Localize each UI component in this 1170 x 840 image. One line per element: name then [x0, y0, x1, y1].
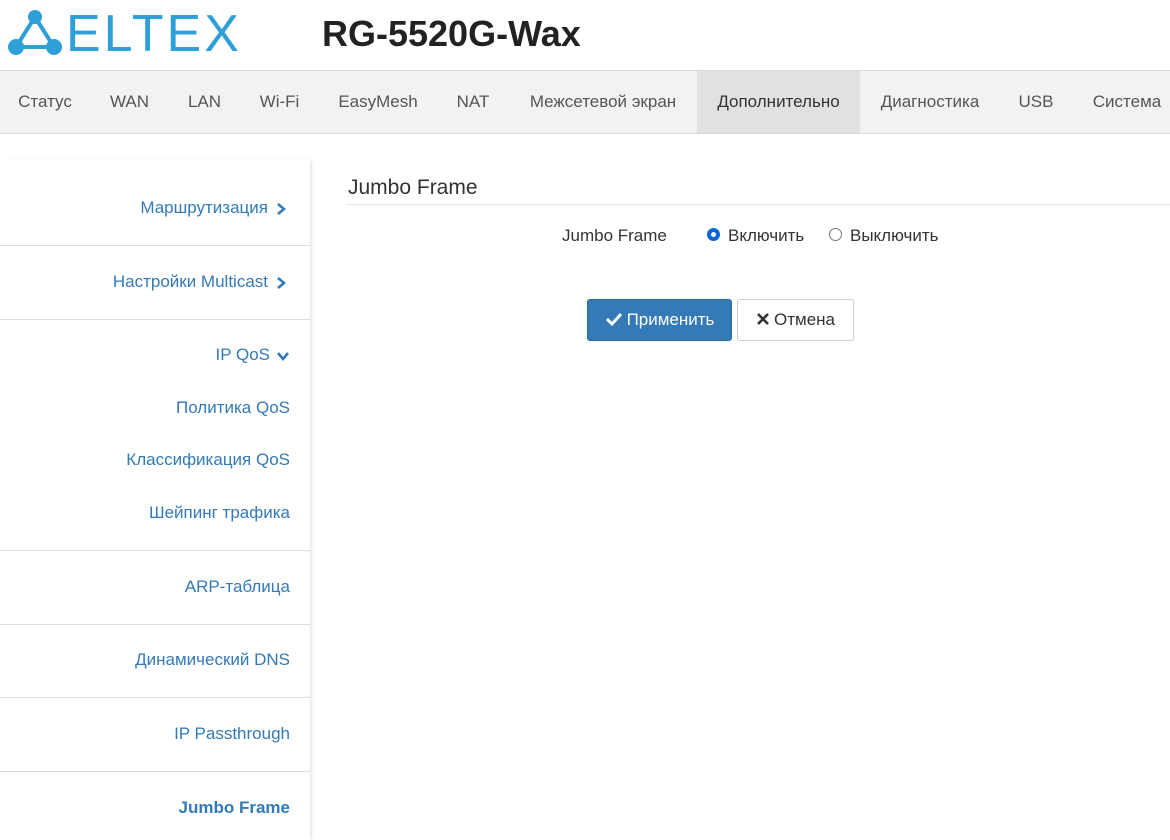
- sidebar-divider: [0, 319, 310, 320]
- sidebar-divider: [0, 245, 310, 246]
- sidebar-item-routing[interactable]: Маршрутизация: [140, 193, 288, 223]
- eltex-logo[interactable]: ELTEX: [6, 8, 246, 60]
- sidebar-item-ip-qos[interactable]: IP QoS: [216, 340, 291, 370]
- nav-tab-system[interactable]: Система: [1072, 71, 1170, 133]
- chevron-down-icon: [277, 351, 289, 361]
- chevron-right-icon: [277, 276, 287, 289]
- radio-enable[interactable]: Включить: [707, 224, 804, 248]
- sidebar-item-arp-table[interactable]: ARP-таблица: [185, 572, 290, 602]
- radio-checked-icon[interactable]: [707, 228, 720, 242]
- sidebar-divider: [0, 697, 310, 698]
- sidebar-item-label: Настройки Multicast: [112, 272, 268, 291]
- radio-unchecked-icon[interactable]: [829, 228, 842, 242]
- sidebar-divider: [0, 550, 310, 551]
- header: ELTEX RG-5520G-Wax: [0, 0, 1170, 70]
- cancel-button-label: Отмена: [774, 310, 835, 329]
- sidebar-item-ip-passthrough[interactable]: IP Passthrough: [174, 719, 290, 749]
- sidebar-divider: [0, 624, 310, 625]
- sidebar: Маршрутизация Настройки Multicast IP QoS…: [0, 160, 310, 840]
- close-icon: [757, 312, 769, 325]
- chevron-right-icon: [277, 202, 287, 215]
- nav-tab-lan[interactable]: LAN: [169, 71, 240, 133]
- apply-button-label: Применить: [626, 310, 715, 329]
- sidebar-item-jumbo-frame[interactable]: Jumbo Frame: [179, 793, 290, 823]
- radio-disable-label: Выключить: [850, 226, 939, 245]
- logo-text: ELTEX: [66, 5, 242, 63]
- radio-enable-label: Включить: [728, 226, 805, 245]
- nav-tab-advanced[interactable]: Дополнительно: [697, 71, 860, 133]
- sidebar-subitem-traffic-shaping[interactable]: Шейпинг трафика: [149, 498, 290, 528]
- title-divider: [346, 204, 1170, 205]
- sidebar-item-dynamic-dns[interactable]: Динамический DNS: [135, 645, 290, 675]
- logo-mark-icon: [8, 10, 62, 55]
- cancel-button[interactable]: Отмена: [737, 299, 854, 341]
- apply-button[interactable]: Применить: [587, 299, 732, 341]
- sidebar-item-multicast[interactable]: Настройки Multicast: [113, 267, 288, 297]
- nav-tab-easymesh[interactable]: EasyMesh: [319, 71, 437, 133]
- sidebar-subitem-qos-policy[interactable]: Политика QoS: [176, 393, 290, 423]
- sidebar-item-label: Маршрутизация: [140, 198, 268, 217]
- sidebar-item-label: IP QoS: [215, 345, 271, 364]
- device-model-title: RG-5520G-Wax: [322, 13, 581, 54]
- nav-tab-usb[interactable]: USB: [1000, 71, 1072, 133]
- jumbo-frame-label: Jumbo Frame: [562, 226, 667, 245]
- page-title: Jumbo Frame: [348, 176, 478, 199]
- nav-tab-wifi[interactable]: Wi-Fi: [240, 71, 319, 133]
- nav-tab-diagnostics[interactable]: Диагностика: [860, 71, 1000, 133]
- nav-tab-firewall[interactable]: Межсетевой экран: [509, 71, 697, 133]
- sidebar-subitem-qos-classification[interactable]: Классификация QoS: [126, 445, 290, 475]
- nav-tab-status[interactable]: Статус: [0, 71, 90, 133]
- nav-tab-wan[interactable]: WAN: [90, 71, 169, 133]
- radio-disable[interactable]: Выключить: [829, 224, 938, 248]
- nav-tab-nat[interactable]: NAT: [437, 71, 509, 133]
- check-icon: [605, 312, 622, 326]
- sidebar-divider: [0, 771, 310, 772]
- top-navigation: Статус WAN LAN Wi-Fi EasyMesh NAT Межсет…: [0, 70, 1170, 134]
